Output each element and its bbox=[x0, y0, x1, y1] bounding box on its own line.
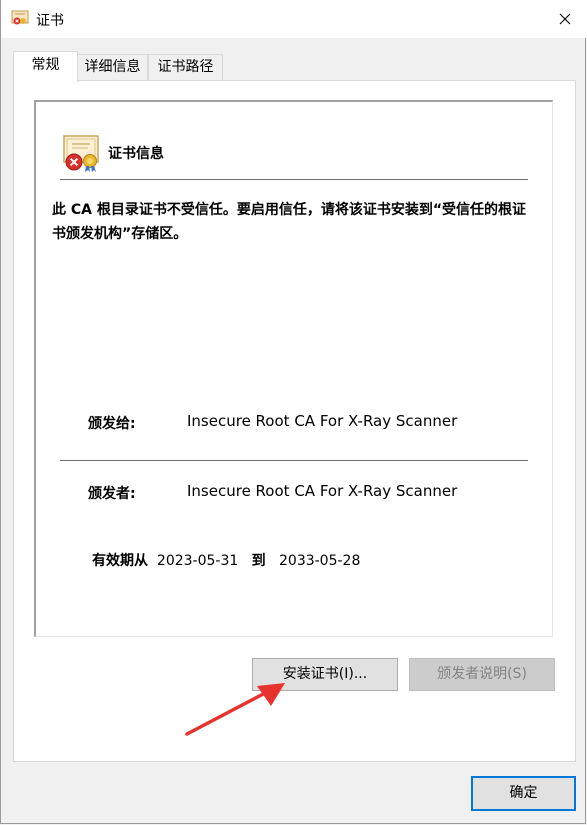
issuer-statement-button: 颁发者说明(S) bbox=[409, 658, 555, 691]
divider bbox=[60, 460, 528, 461]
issued-by-value: Insecure Root CA For X-Ray Scanner bbox=[187, 482, 458, 500]
certificate-info-box: 证书信息 此 CA 根目录证书不受信任。要启用信任，请将该证书安装到“受信任的根… bbox=[34, 100, 553, 637]
tab-details[interactable]: 详细信息 bbox=[77, 54, 148, 80]
certificate-dialog: 证书 常规 详细信息 证书路径 证书信息 此 CA 根目录证书不受信任。要启用信… bbox=[0, 0, 587, 824]
validity-to-label: 到 bbox=[251, 553, 266, 569]
ok-button[interactable]: 确定 bbox=[471, 776, 576, 811]
issued-to-value: Insecure Root CA For X-Ray Scanner bbox=[187, 412, 458, 430]
tab-certification-path[interactable]: 证书路径 bbox=[148, 54, 223, 80]
divider bbox=[60, 179, 528, 180]
annotation-arrow-icon bbox=[185, 683, 285, 736]
valid-from-date: 2023-05-31 bbox=[156, 553, 239, 569]
trust-warning-text: 此 CA 根目录证书不受信任。要启用信任，请将该证书安装到“受信任的根证书颁发机… bbox=[52, 202, 527, 242]
valid-to-date: 2033-05-28 bbox=[279, 553, 361, 569]
issued-to-label: 颁发给: bbox=[88, 416, 136, 432]
certificate-icon bbox=[11, 10, 29, 25]
close-button[interactable] bbox=[542, 0, 587, 38]
title-bar: 证书 bbox=[1, 0, 587, 38]
untrusted-certificate-icon bbox=[63, 135, 99, 172]
tab-general[interactable]: 常规 bbox=[13, 51, 78, 82]
certificate-info-heading: 证书信息 bbox=[108, 146, 164, 162]
close-icon bbox=[559, 13, 571, 25]
validity-from-label: 有效期从 bbox=[92, 553, 148, 569]
validity-period: 有效期从 2023-05-31 到 2033-05-28 bbox=[92, 550, 360, 570]
window-title: 证书 bbox=[36, 13, 64, 29]
general-tab-panel: 证书信息 此 CA 根目录证书不受信任。要启用信任，请将该证书安装到“受信任的根… bbox=[13, 80, 576, 762]
issued-by-label: 颁发者: bbox=[88, 486, 136, 502]
